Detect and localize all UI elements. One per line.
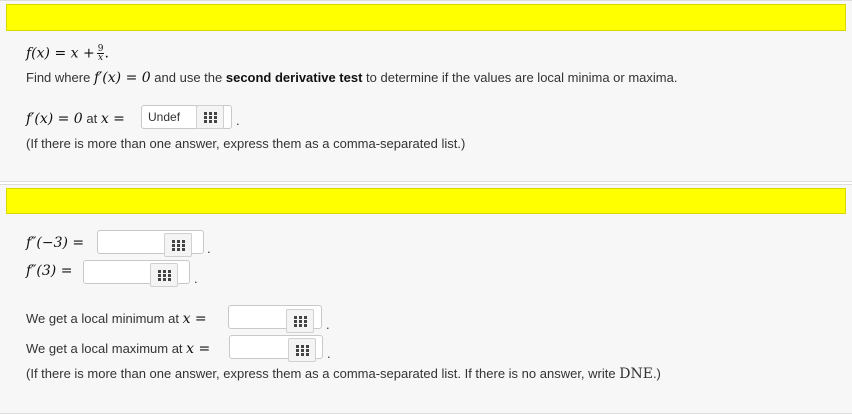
fpp-neg3-label: f″(−3) = bbox=[26, 235, 85, 251]
second-derivative-test-text: second derivative test bbox=[225, 70, 363, 85]
keypad-button-1[interactable] bbox=[196, 105, 224, 129]
keypad-button-3[interactable] bbox=[150, 263, 178, 287]
keypad-button-4[interactable] bbox=[286, 309, 314, 333]
keypad-grid-icon bbox=[296, 345, 309, 356]
period: . bbox=[236, 113, 240, 128]
keypad-grid-icon bbox=[204, 112, 217, 123]
question-2-banner bbox=[6, 188, 846, 214]
question-1-banner bbox=[6, 4, 846, 31]
keypad-grid-icon bbox=[158, 270, 171, 281]
function-definition: f(x) = x +9 x. bbox=[26, 44, 109, 63]
fprime-zero-question: f′(x) = 0 at x = bbox=[26, 111, 125, 127]
local-minimum-label: We get a local minimum at x = bbox=[26, 311, 207, 327]
question-panel-1: f(x) = x +9 x. Find where f′(x) = 0 and u… bbox=[0, 0, 852, 182]
instructions: Find where f′(x) = 0 and use the second … bbox=[26, 70, 678, 86]
fpp-3-label: f″(3) = bbox=[26, 263, 73, 279]
period: . bbox=[194, 271, 198, 286]
period: . bbox=[207, 241, 211, 256]
keypad-button-5[interactable] bbox=[288, 338, 316, 362]
question-panel-2: f″(−3) = . f″(3) = . We get a local mini… bbox=[0, 184, 852, 414]
period: . bbox=[326, 317, 330, 332]
hint-text-2: (If there is more than one answer, expre… bbox=[26, 366, 661, 382]
keypad-grid-icon bbox=[294, 316, 307, 327]
keypad-button-2[interactable] bbox=[164, 233, 192, 257]
hint-text-1: (If there is more than one answer, expre… bbox=[26, 136, 466, 151]
local-maximum-label: We get a local maximum at x = bbox=[26, 341, 211, 357]
fprime-expression: f′(x) = 0 bbox=[93, 70, 151, 86]
keypad-grid-icon bbox=[172, 240, 185, 251]
period: . bbox=[327, 346, 331, 361]
dne-text: DNE bbox=[619, 366, 653, 382]
